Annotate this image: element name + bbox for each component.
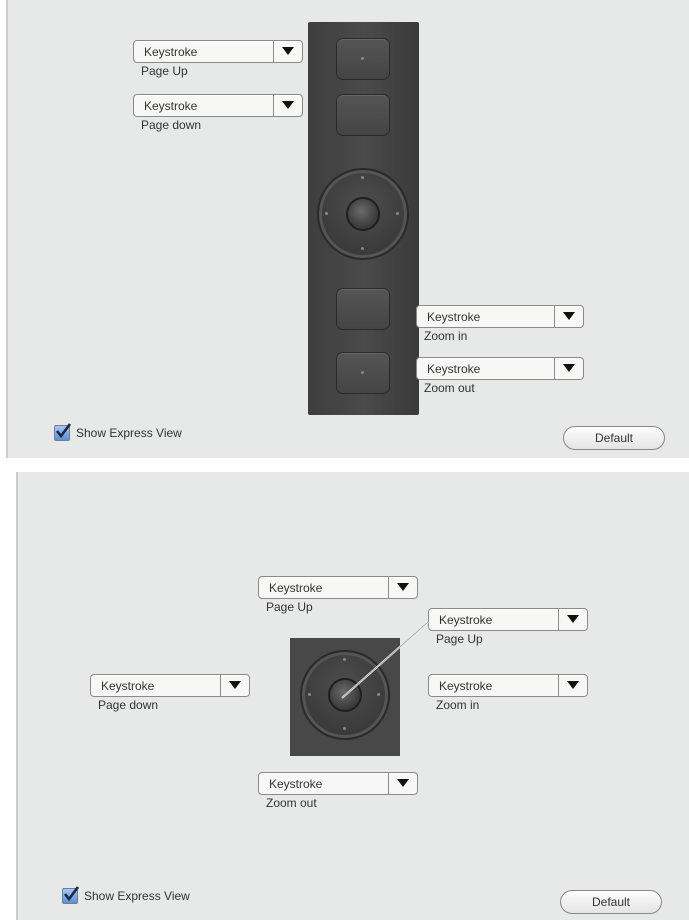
touch-ring-center-button[interactable] — [328, 678, 362, 712]
dropdown-caption: Page Up — [141, 64, 188, 78]
triangle-down-icon[interactable] — [555, 364, 583, 373]
show-express-view-label: Show Express View — [76, 426, 182, 440]
dropdown-caption: Page Up — [266, 600, 313, 614]
dropdown-caption: Zoom out — [424, 381, 475, 395]
dropdown-value: Keystroke — [144, 44, 198, 59]
dropdown-value: Keystroke — [427, 361, 481, 376]
triangle-down-icon[interactable] — [559, 681, 587, 690]
dropdown-caption: Zoom in — [436, 698, 480, 712]
dropdown-caption: Page down — [98, 698, 159, 712]
touch-ring[interactable] — [317, 168, 409, 260]
dropdown-caption: Zoom out — [266, 796, 317, 810]
dropdown-caption: Zoom in — [424, 329, 468, 343]
express-key-3[interactable] — [336, 288, 390, 330]
triangle-down-icon[interactable] — [274, 101, 302, 110]
checkmark-icon — [55, 423, 71, 439]
express-key-4[interactable] — [336, 352, 390, 394]
dropdown-value: Keystroke — [439, 678, 493, 693]
triangle-down-icon[interactable] — [274, 47, 302, 56]
express-key-2[interactable] — [336, 94, 390, 136]
triangle-down-icon[interactable] — [559, 615, 587, 624]
dropdown-value: Keystroke — [269, 776, 323, 791]
dropdown-value: Keystroke — [101, 678, 155, 693]
default-button[interactable]: Default — [560, 890, 662, 914]
dropdown-value: Keystroke — [269, 580, 323, 595]
dropdown-caption: Page Up — [436, 632, 483, 646]
dropdown-caption: Page down — [141, 118, 202, 132]
checkmark-icon — [63, 886, 79, 902]
express-key-1[interactable] — [336, 38, 390, 80]
triangle-down-icon[interactable] — [221, 681, 249, 690]
triangle-down-icon[interactable] — [389, 779, 417, 788]
dropdown-value: Keystroke — [427, 309, 481, 324]
touch-ring-center-button[interactable] — [346, 197, 380, 231]
default-button[interactable]: Default — [563, 426, 665, 450]
express-keys-panel-top: Keystroke Page Up Keystroke Page down Ke… — [6, 0, 689, 458]
touch-ring-pad — [290, 638, 400, 756]
show-express-view-checkbox[interactable]: Show Express View — [54, 423, 182, 441]
touch-ring[interactable] — [300, 650, 390, 740]
triangle-down-icon[interactable] — [555, 312, 583, 321]
triangle-down-icon[interactable] — [389, 583, 417, 592]
show-express-view-label: Show Express View — [84, 889, 190, 903]
dropdown-value: Keystroke — [439, 612, 493, 627]
express-keys-device — [308, 22, 419, 415]
dropdown-value: Keystroke — [144, 98, 198, 113]
show-express-view-checkbox[interactable]: Show Express View — [62, 886, 190, 904]
touch-ring-panel-bottom: Keystroke Page Up Keystroke Page Up Keys… — [16, 472, 689, 920]
